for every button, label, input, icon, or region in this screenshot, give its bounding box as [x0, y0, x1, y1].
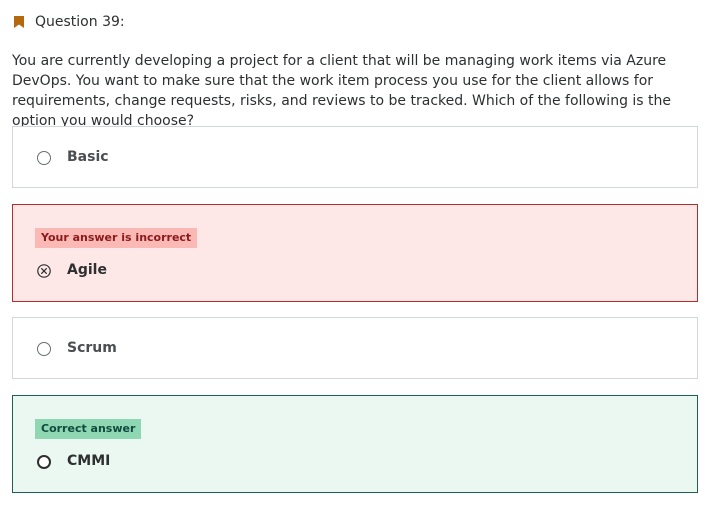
option-label: Scrum	[67, 340, 117, 356]
radio-icon[interactable]	[37, 342, 51, 356]
incorrect-answer-badge: Your answer is incorrect	[35, 228, 198, 248]
x-circle-icon[interactable]	[37, 264, 51, 278]
option-label: Agile	[67, 262, 107, 278]
radio-icon[interactable]	[37, 151, 51, 165]
answer-option-cmmi[interactable]: Correct answer CMMI	[12, 395, 698, 493]
answer-option-scrum[interactable]: Scrum	[12, 317, 698, 379]
option-label: CMMI	[67, 453, 111, 469]
bookmark-icon[interactable]	[14, 16, 24, 28]
correct-answer-badge: Correct answer	[35, 419, 142, 439]
answer-option-basic[interactable]: Basic	[12, 126, 698, 188]
question-number: Question 39:	[35, 14, 125, 30]
option-label: Basic	[67, 149, 109, 165]
question-text: You are currently developing a project f…	[12, 53, 672, 129]
question-header: Question 39:	[14, 12, 125, 32]
answer-option-agile[interactable]: Your answer is incorrect Agile	[12, 204, 698, 302]
radio-icon[interactable]	[37, 455, 51, 469]
